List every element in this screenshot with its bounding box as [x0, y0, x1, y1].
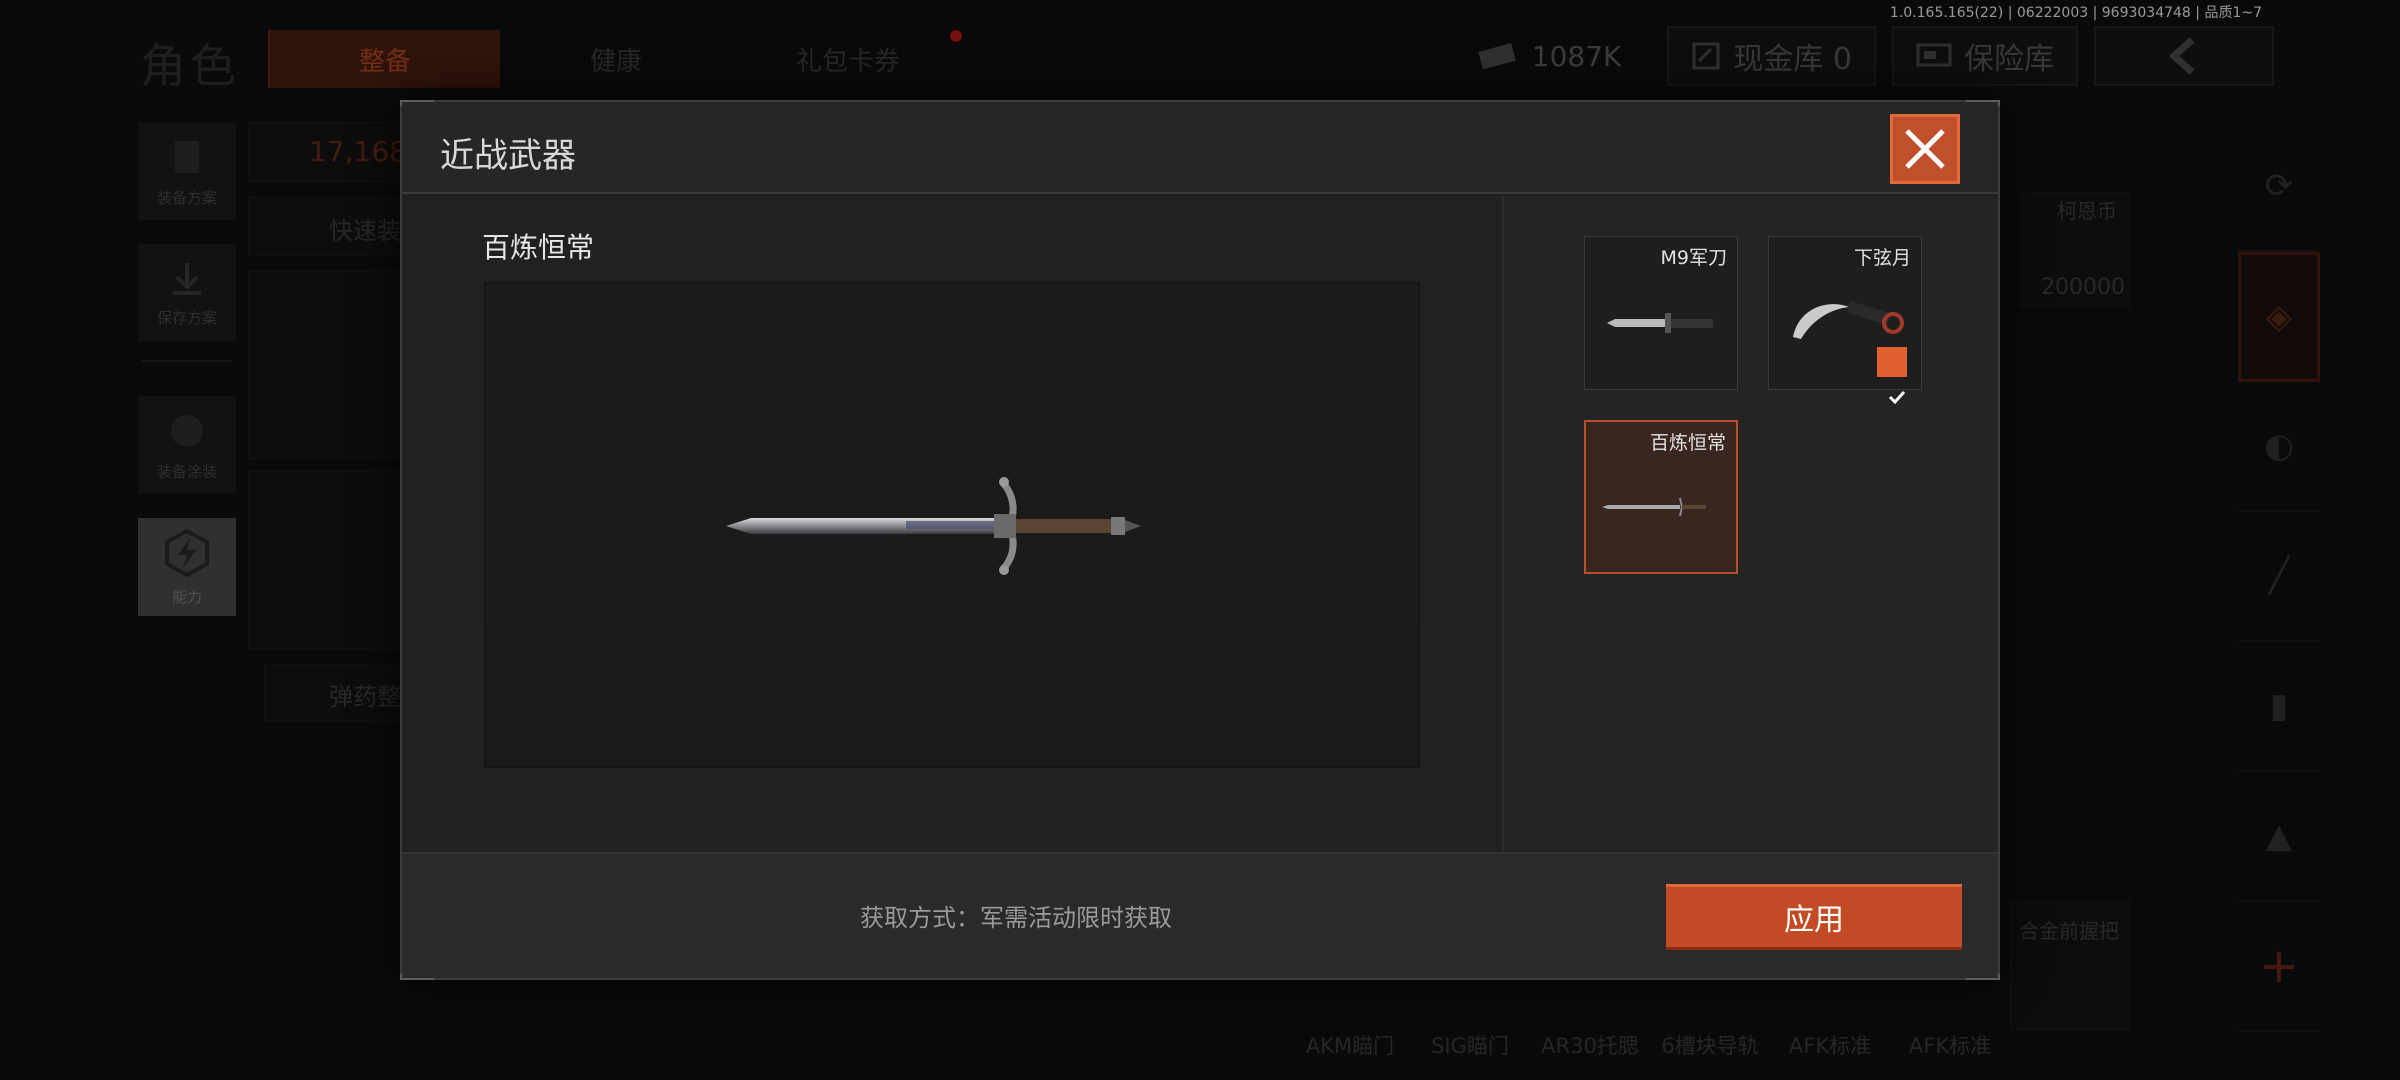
selected-weapon-name: 百炼恒常	[482, 231, 595, 264]
close-icon	[1905, 129, 1945, 169]
weapon-card-label: 下弦月	[1853, 247, 1911, 269]
melee-weapon-dialog: 近战武器 百炼恒常 M9军刀 下弦月 百炼恒常 获取方式：军需活动限时获取 应用	[400, 100, 2000, 980]
m9-bayonet-icon	[1607, 313, 1713, 333]
close-button[interactable]	[1890, 114, 1960, 184]
apply-button[interactable]: 应用	[1666, 884, 1962, 950]
weapon-card-label: M9军刀	[1660, 247, 1727, 269]
weapon-card-longsword[interactable]: 百炼恒常	[1584, 420, 1738, 574]
longsword-icon	[726, 477, 1141, 575]
weapon-card-m9[interactable]: M9军刀	[1584, 236, 1738, 390]
dialog-header: 近战武器	[402, 102, 1998, 194]
dialog-body: 百炼恒常 M9军刀 下弦月 百炼恒常	[402, 196, 1998, 852]
preview-pane: 百炼恒常	[402, 196, 1502, 852]
acquire-method-text: 获取方式：军需活动限时获取	[860, 904, 1172, 932]
weapon-preview[interactable]	[484, 282, 1420, 768]
weapon-card-label: 百炼恒常	[1649, 432, 1726, 454]
dialog-footer: 获取方式：军需活动限时获取 应用	[402, 852, 1998, 978]
equipped-check-icon	[1877, 347, 1907, 405]
dialog-title: 近战武器	[440, 136, 576, 176]
weapon-selection-pane: M9军刀 下弦月 百炼恒常	[1502, 196, 1998, 852]
weapon-grid: M9军刀 下弦月 百炼恒常	[1584, 236, 1922, 574]
weapon-card-karambit[interactable]: 下弦月	[1768, 236, 1922, 405]
longsword-icon	[1602, 497, 1706, 517]
